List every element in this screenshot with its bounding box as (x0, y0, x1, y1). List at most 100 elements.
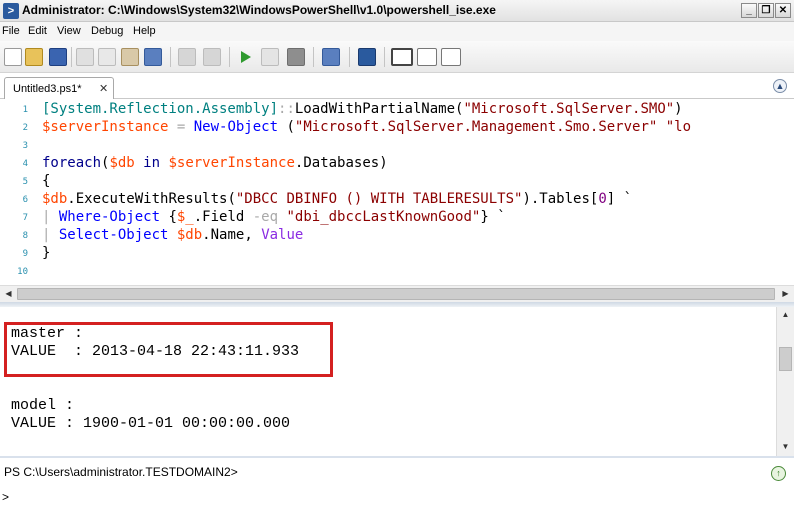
toolbar-separator (229, 47, 230, 67)
code-token: { (42, 173, 51, 189)
line-number: 2 (22, 123, 28, 133)
code-token: Select-Object (58, 227, 169, 243)
code-token: ] ` (606, 191, 633, 207)
toolbar-separator (71, 47, 72, 67)
output-line: model : (11, 397, 75, 414)
code-line: { (42, 172, 50, 190)
editor-horizontal-scrollbar[interactable]: ◀ ▶ (0, 285, 794, 302)
code-token: $db (109, 155, 135, 171)
close-button[interactable]: ✕ (775, 3, 791, 18)
output-vertical-scrollbar[interactable]: ▲ ▼ (776, 307, 794, 456)
menu-bar: File Edit View Debug Help (0, 22, 794, 41)
scroll-up-icon[interactable]: ▲ (777, 307, 794, 323)
scroll-thumb[interactable] (779, 347, 792, 371)
scroll-right-icon[interactable]: ▶ (777, 286, 794, 302)
copy-icon[interactable] (98, 48, 116, 66)
code-line: $db.ExecuteWithResults("DBCC DBINFO () W… (42, 190, 632, 208)
code-token: $db (176, 227, 203, 243)
save-icon[interactable] (49, 48, 67, 66)
code-token: $db (42, 191, 68, 207)
cut-icon[interactable] (76, 48, 94, 66)
code-token: $serverInstance (42, 119, 169, 135)
toolbar-separator (349, 47, 350, 67)
title-bar: > Administrator: C:\Windows\System32\Win… (0, 0, 794, 22)
collapse-script-pane-icon[interactable]: ▲ (773, 79, 787, 93)
toolbar-separator (384, 47, 385, 67)
minimize-button[interactable]: _ (741, 3, 757, 18)
line-number: 10 (17, 267, 28, 277)
code-token: } (42, 245, 51, 261)
code-token: 0 (598, 191, 607, 207)
menu-file[interactable]: File (2, 25, 20, 37)
layout-max-icon[interactable] (441, 48, 461, 66)
code-token: | (42, 227, 59, 243)
clear-icon[interactable] (144, 48, 162, 66)
code-line: [System.Reflection.Assembly]::LoadWithPa… (42, 100, 683, 118)
code-token: ) (674, 101, 683, 117)
open-icon[interactable] (25, 48, 43, 66)
code-token: Where-Object (58, 209, 161, 225)
script-editor[interactable]: 1 2 3 4 5 6 7 8 9 10 [System.Reflection.Assembly]… (0, 99, 794, 285)
code-token: .ExecuteWithResults( (67, 191, 236, 207)
code-token: "dbi_dbccLastKnownGood" (286, 209, 481, 225)
menu-debug[interactable]: Debug (91, 25, 123, 37)
menu-view[interactable]: View (57, 25, 81, 37)
output-line: VALUE : 1900-01-01 00:00:00.000 (11, 415, 291, 432)
new-file-icon[interactable] (4, 48, 22, 66)
command-input[interactable]: > (2, 490, 9, 504)
code-token: foreach (42, 155, 102, 171)
window-title: Administrator: C:\Windows\System32\Windo… (22, 3, 496, 17)
layout-right-icon[interactable] (417, 48, 437, 66)
command-prompt: PS C:\Users\administrator.TESTDOMAIN2> (4, 465, 238, 479)
scroll-left-icon[interactable]: ◀ (0, 286, 17, 302)
redo-icon[interactable] (203, 48, 221, 66)
code-token: :: (278, 101, 295, 117)
remote-icon[interactable] (322, 48, 340, 66)
scroll-down-icon[interactable]: ▼ (777, 439, 794, 455)
code-token: $serverInstance (168, 155, 295, 171)
close-icon[interactable]: ✕ (99, 82, 108, 95)
code-token: "lo (657, 119, 692, 135)
code-token: "DBCC DBINFO () WITH TABLERESULTS" (235, 191, 523, 207)
paste-icon[interactable] (121, 48, 139, 66)
line-number-gutter: 1 2 3 4 5 6 7 8 9 10 (0, 99, 30, 285)
script-tab-strip: Untitled3.ps1* ✕ (0, 73, 794, 100)
undo-icon[interactable] (178, 48, 196, 66)
code-token: = (168, 119, 194, 135)
tab-untitled3[interactable]: Untitled3.ps1* ✕ (4, 77, 114, 100)
code-token: Value (261, 227, 304, 243)
line-number: 5 (22, 177, 28, 187)
code-token: $_ (176, 209, 194, 225)
toolbar-separator (170, 47, 171, 67)
stop-icon[interactable] (287, 48, 305, 66)
code-token: [System.Reflection.Assembly] (42, 101, 279, 117)
code-token: } ` (480, 209, 506, 225)
code-line: $serverInstance = New-Object ("Microsoft… (42, 118, 691, 136)
code-token: "Microsoft.SqlServer.Management.Smo.Serv… (294, 119, 658, 135)
menu-edit[interactable]: Edit (28, 25, 47, 37)
run-icon[interactable] (236, 48, 254, 66)
layout-top-icon[interactable] (391, 48, 413, 66)
code-line: foreach($db in $serverInstance.Databases… (42, 154, 388, 172)
code-token: ).Tables[ (522, 191, 599, 207)
line-number: 9 (22, 249, 28, 259)
scroll-thumb[interactable] (17, 288, 775, 300)
restore-button[interactable]: ❐ (758, 3, 774, 18)
tab-label: Untitled3.ps1* (13, 83, 82, 95)
command-pane[interactable]: PS C:\Users\administrator.TESTDOMAIN2> ↑… (0, 456, 794, 514)
line-number: 4 (22, 159, 28, 169)
code-token: LoadWithPartialName( (294, 101, 464, 117)
powershell-icon[interactable] (358, 48, 376, 66)
line-number: 6 (22, 195, 28, 205)
code-token: "Microsoft.SqlServer.SMO" (463, 101, 675, 117)
expand-command-pane-icon[interactable]: ↑ (771, 466, 786, 481)
code-token: .Name, (202, 227, 262, 243)
code-token: { (160, 209, 177, 225)
code-line: | Where-Object {$_.Field -eq "dbi_dbccLa… (42, 208, 506, 226)
toolbar-separator (313, 47, 314, 67)
line-number: 8 (22, 231, 28, 241)
menu-help[interactable]: Help (133, 25, 156, 37)
run-selection-icon[interactable] (261, 48, 279, 66)
code-line: } (42, 244, 50, 262)
